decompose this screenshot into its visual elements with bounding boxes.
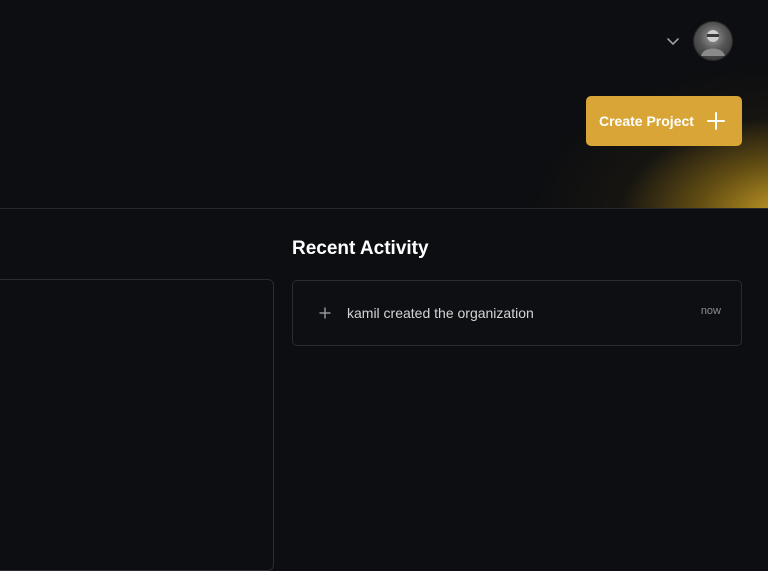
plus-icon (319, 307, 331, 319)
activity-text: kamil created the organization (347, 305, 534, 321)
header-banner: Create Project (0, 0, 768, 209)
activity-timestamp: now (700, 305, 721, 317)
plus-icon (707, 112, 725, 130)
create-project-button[interactable]: Create Project (586, 96, 742, 146)
recent-activity-title: Recent Activity (292, 238, 429, 259)
avatar[interactable] (694, 22, 732, 60)
chevron-down-icon[interactable] (664, 32, 682, 50)
activity-item: kamil created the organization now (292, 280, 742, 346)
projects-panel (0, 279, 274, 571)
user-avatar-icon (701, 30, 725, 56)
create-project-label: Create Project (599, 113, 694, 129)
